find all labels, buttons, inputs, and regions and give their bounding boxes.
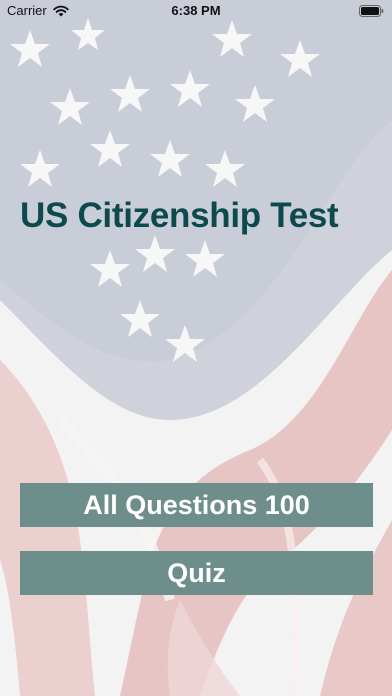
all-questions-button[interactable]: All Questions 100 xyxy=(20,483,373,527)
page-title: US Citizenship Test xyxy=(20,196,339,235)
status-time: 6:38 PM xyxy=(171,3,221,18)
quiz-button[interactable]: Quiz xyxy=(20,551,373,595)
status-bar: Carrier 6:38 PM xyxy=(0,0,392,22)
app-screen: Carrier 6:38 PM US Citizenship Test All … xyxy=(0,0,392,696)
battery-icon xyxy=(359,5,384,17)
